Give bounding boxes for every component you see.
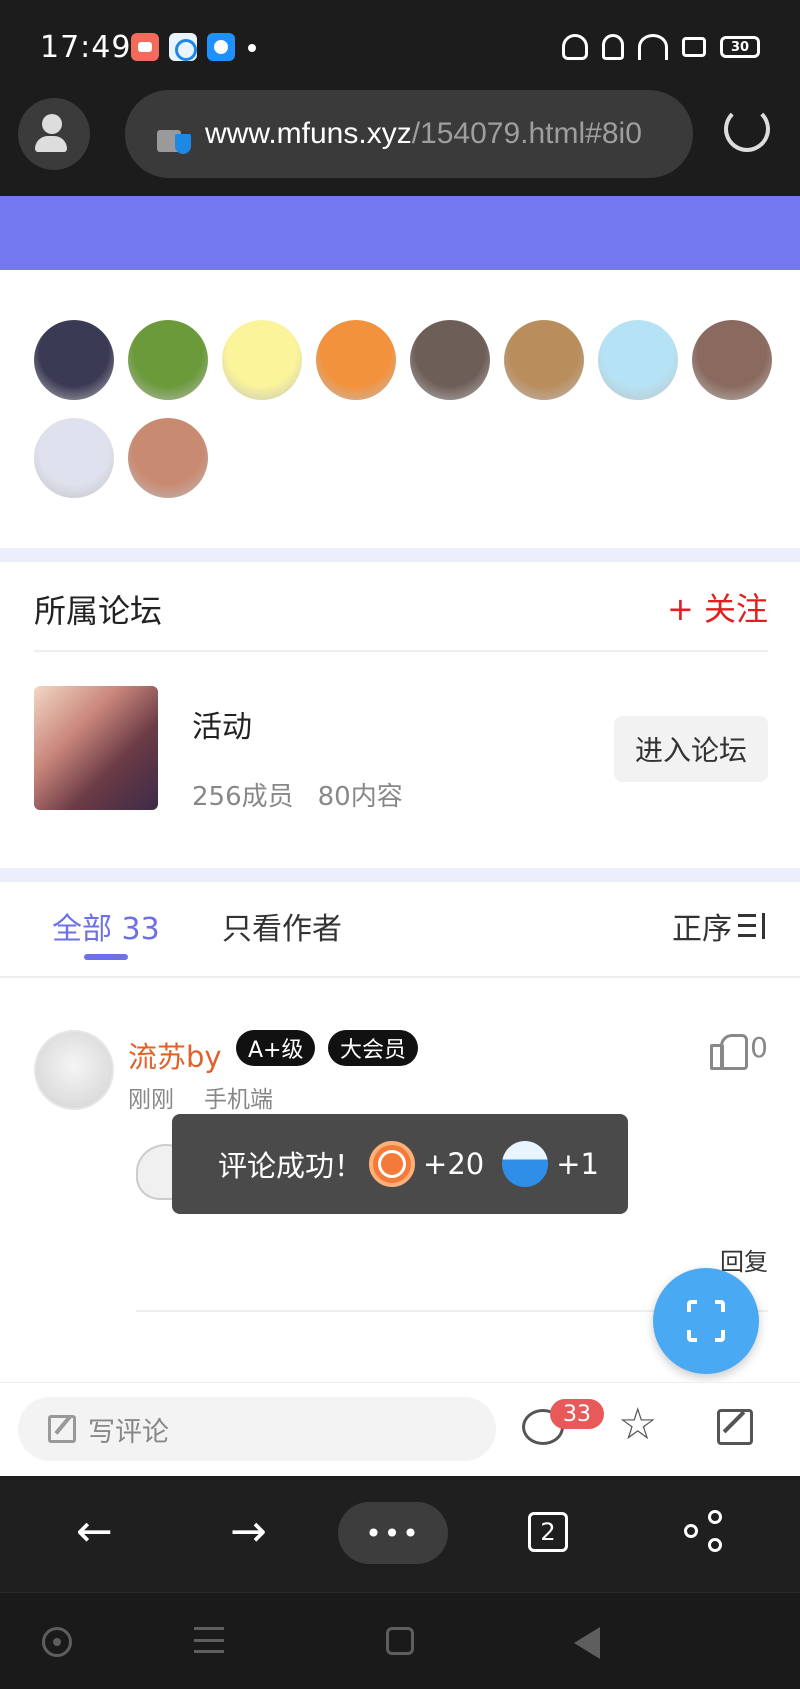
like-count: 0	[750, 1030, 768, 1064]
comment-count-badge: 33	[550, 1399, 604, 1429]
comment-placeholder: 写评论	[88, 1416, 169, 1448]
coin-icon	[369, 1141, 416, 1187]
liker-avatar[interactable]	[34, 418, 114, 498]
sort-icon	[738, 913, 768, 939]
success-toast: 评论成功！ +20 +1	[172, 1114, 628, 1214]
back-nav-icon[interactable]	[574, 1627, 600, 1659]
more-menu-button[interactable]: •••	[338, 1502, 448, 1564]
section-divider	[0, 548, 800, 562]
scan-frame-icon	[685, 1298, 727, 1344]
liker-avatar[interactable]	[598, 320, 678, 400]
lock-shield-icon[interactable]	[151, 114, 191, 154]
liker-avatar[interactable]	[316, 320, 396, 400]
liker-avatar[interactable]	[504, 320, 584, 400]
liker-avatar-grid	[34, 320, 774, 498]
forum-section: 所属论坛 + 关注 活动 256成员 80内容 进入论坛	[0, 562, 800, 868]
divider	[34, 650, 768, 652]
scan-fab-button[interactable]	[653, 1268, 759, 1374]
tabs-count-button[interactable]: 2	[528, 1512, 568, 1552]
more-notifications-dot	[248, 44, 256, 52]
back-arrow-icon[interactable]: ←	[76, 1510, 113, 1554]
forum-section-title: 所属论坛	[34, 592, 163, 630]
write-comment-input[interactable]: 写评论	[18, 1397, 496, 1461]
url-text[interactable]: www.mfuns.xyz/154079.html#8i0	[205, 117, 642, 151]
tab-active-indicator	[84, 954, 128, 960]
comment-action-bar: 写评论 33 ☆	[0, 1382, 800, 1476]
tab-author-only[interactable]: 只看作者	[222, 904, 342, 948]
share-out-icon[interactable]	[717, 1409, 753, 1445]
forum-stats: 256成员 80内容	[192, 776, 403, 813]
liker-avatar[interactable]	[410, 320, 490, 400]
forum-members: 256成员	[192, 782, 294, 812]
url-field[interactable]: www.mfuns.xyz/154079.html#8i0	[125, 90, 693, 178]
avatar[interactable]	[34, 1030, 114, 1110]
forum-contents: 80内容	[317, 782, 403, 812]
battery-icon: 30	[720, 36, 760, 58]
browser-app-icon	[207, 33, 235, 61]
like-button[interactable]: 0	[710, 1030, 768, 1070]
sort-button[interactable]: 正序	[672, 904, 768, 948]
liker-avatar[interactable]	[692, 320, 772, 400]
forward-arrow-icon[interactable]: →	[230, 1510, 267, 1554]
edit-icon	[48, 1415, 76, 1443]
exp-reward: +1	[556, 1147, 599, 1181]
tab-all[interactable]: 全部 33	[52, 904, 160, 948]
likers-section	[0, 270, 800, 548]
star-icon[interactable]: ☆	[618, 1403, 657, 1447]
system-nav-bar	[0, 1592, 800, 1689]
comment-username[interactable]: 流苏by	[128, 1034, 222, 1076]
level-badge: A+级	[236, 1030, 316, 1066]
liker-avatar[interactable]	[34, 320, 114, 400]
vip-badge: 大会员	[328, 1030, 419, 1066]
reload-icon[interactable]	[724, 106, 770, 152]
cloud-app-icon	[169, 33, 197, 61]
enter-forum-button[interactable]: 进入论坛	[614, 716, 768, 782]
home-nav-icon[interactable]	[386, 1627, 414, 1655]
headphones-icon	[562, 34, 588, 60]
sort-label: 正序	[672, 912, 732, 947]
recents-nav-icon[interactable]	[194, 1627, 224, 1653]
share-icon[interactable]	[684, 1510, 726, 1552]
comment-tabs: 全部 33 只看作者 正序	[0, 882, 800, 978]
clock: 17:49	[40, 30, 132, 65]
url-path: /154079.html#8i0	[411, 117, 642, 150]
page-header	[0, 196, 800, 270]
coin-reward: +20	[423, 1147, 485, 1181]
comment-device: 手机端	[204, 1087, 273, 1113]
browser-address-bar: www.mfuns.xyz/154079.html#8i0	[0, 90, 800, 196]
liker-avatar[interactable]	[128, 320, 208, 400]
comment-time: 刚刚	[128, 1087, 174, 1113]
browser-toolbar: ← → ••• 2	[0, 1476, 800, 1592]
liker-avatar[interactable]	[222, 320, 302, 400]
section-divider	[0, 868, 800, 882]
sim-icon	[682, 37, 706, 57]
thumbs-up-icon	[710, 1030, 749, 1070]
comment-meta: 刚刚 手机端	[128, 1080, 273, 1114]
wifi-icon	[638, 34, 668, 60]
toast-message: 评论成功！	[218, 1149, 364, 1183]
forum-name[interactable]: 活动	[192, 702, 252, 746]
follow-button[interactable]: + 关注	[667, 584, 768, 630]
liker-avatar[interactable]	[128, 418, 208, 498]
bell-off-icon	[602, 34, 624, 60]
status-bar: 17:49 30	[0, 0, 800, 96]
game-app-icon	[131, 33, 159, 61]
forum-cover-image[interactable]	[34, 686, 158, 810]
status-indicators: 30	[562, 30, 760, 64]
experience-icon	[502, 1141, 549, 1187]
profile-add-icon[interactable]	[18, 98, 90, 170]
url-host: www.mfuns.xyz	[205, 117, 412, 150]
assistant-nav-icon[interactable]	[42, 1627, 72, 1657]
